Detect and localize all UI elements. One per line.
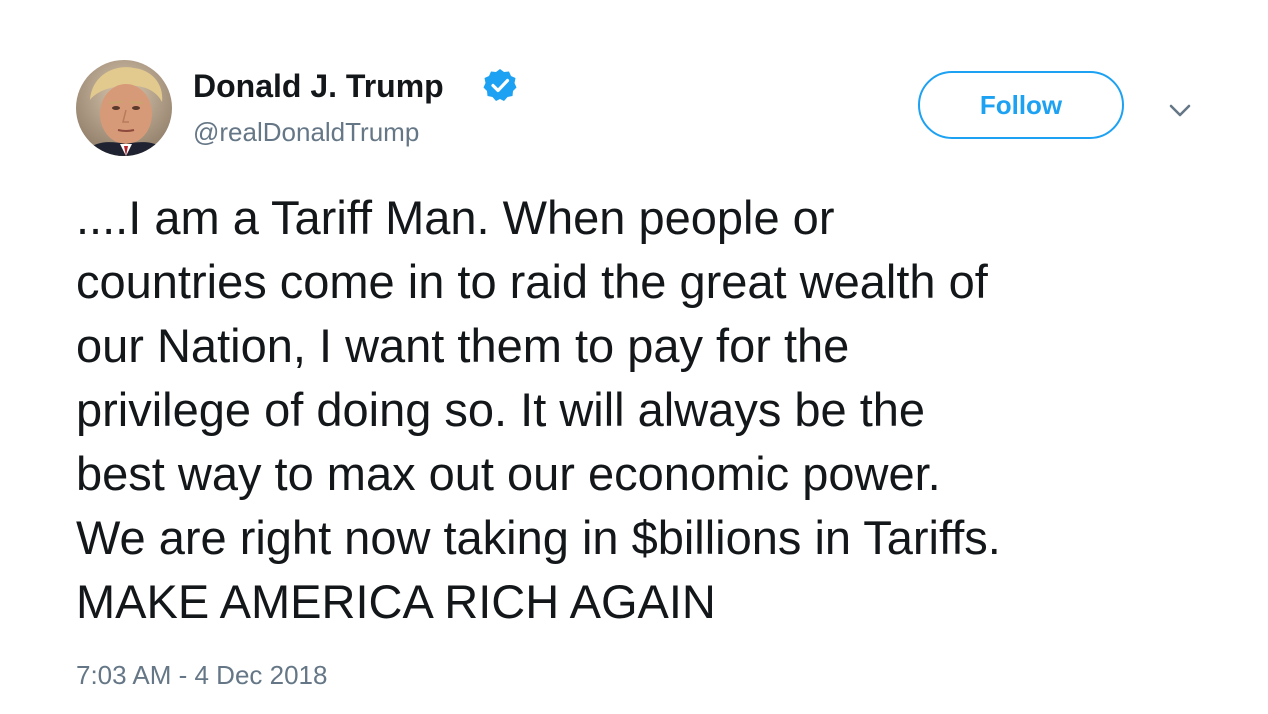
tweet-text: ....I am a Tariff Man. When people or co… <box>76 191 1001 628</box>
follow-button[interactable]: Follow <box>918 71 1124 139</box>
chevron-down-icon[interactable] <box>1166 100 1194 120</box>
avatar[interactable] <box>76 60 172 156</box>
verified-badge-icon <box>483 69 517 101</box>
author-display-name[interactable]: Donald J. Trump <box>193 66 444 106</box>
avatar-image <box>76 60 172 156</box>
author-handle[interactable]: @realDonaldTrump <box>193 115 419 149</box>
tweet-timestamp[interactable]: 7:03 AM - 4 Dec 2018 <box>76 658 327 692</box>
